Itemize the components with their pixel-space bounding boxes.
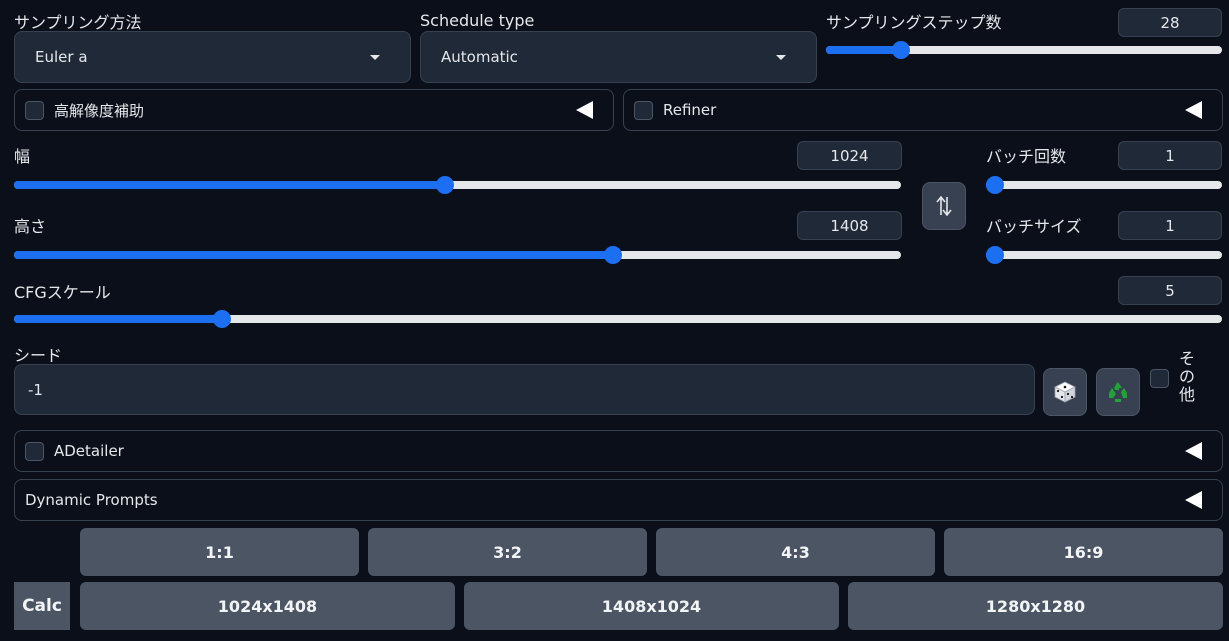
- random-seed-button[interactable]: [1043, 368, 1087, 416]
- batch-size-label: バッチサイズ: [986, 217, 1082, 236]
- slider-thumb[interactable]: [436, 176, 455, 194]
- sampling-steps-label: サンプリングステップ数: [826, 13, 1002, 32]
- width-label: 幅: [14, 147, 31, 166]
- hires-fix-label: 高解像度補助: [54, 101, 145, 120]
- slider-thumb[interactable]: [603, 246, 622, 264]
- adetailer-panel[interactable]: ADetailer: [14, 430, 1223, 472]
- width-slider[interactable]: [14, 176, 901, 194]
- cfg-scale-input[interactable]: 5: [1118, 276, 1222, 305]
- batch-count-input[interactable]: 1: [1118, 141, 1222, 170]
- ratio-button-4-3[interactable]: 4:3: [656, 528, 935, 576]
- cfg-scale-label: CFGスケール: [14, 283, 111, 302]
- slider-thumb[interactable]: [986, 246, 1004, 264]
- size-button-1408x1024[interactable]: 1408x1024: [464, 582, 839, 630]
- seed-value: -1: [28, 380, 43, 399]
- collapse-triangle-icon[interactable]: [1185, 101, 1202, 119]
- refiner-label: Refiner: [663, 101, 717, 119]
- slider-fill: [14, 315, 222, 323]
- adetailer-checkbox[interactable]: [25, 441, 44, 461]
- width-input[interactable]: 1024: [797, 141, 902, 170]
- swap-dimensions-button[interactable]: [922, 182, 966, 230]
- cfg-scale-slider[interactable]: [14, 310, 1222, 328]
- dynamic-prompts-panel[interactable]: Dynamic Prompts: [14, 479, 1223, 521]
- seed-label: シード: [14, 346, 63, 365]
- collapse-triangle-icon[interactable]: [1185, 442, 1202, 460]
- slider-thumb[interactable]: [892, 41, 911, 59]
- collapse-triangle-icon[interactable]: [1185, 491, 1202, 509]
- sampling-steps-slider[interactable]: [826, 41, 1222, 59]
- height-input[interactable]: 1408: [797, 211, 902, 240]
- swap-arrows-icon: [936, 195, 952, 217]
- batch-count-slider[interactable]: [986, 176, 1222, 194]
- seed-extra-checkbox[interactable]: [1150, 369, 1169, 388]
- dynamic-prompts-label: Dynamic Prompts: [25, 491, 158, 509]
- slider-fill: [826, 46, 902, 54]
- ratio-button-3-2[interactable]: 3:2: [368, 528, 647, 576]
- size-button-1024x1408[interactable]: 1024x1408: [80, 582, 455, 630]
- dice-icon: [1054, 381, 1076, 403]
- batch-count-label: バッチ回数: [986, 147, 1067, 166]
- reuse-seed-button[interactable]: [1096, 368, 1140, 416]
- refiner-checkbox[interactable]: [634, 100, 653, 120]
- height-label: 高さ: [14, 217, 47, 236]
- schedule-type-value: Automatic: [441, 48, 518, 66]
- collapse-triangle-icon[interactable]: [576, 101, 593, 119]
- chevron-down-icon: [776, 55, 786, 60]
- batch-size-input[interactable]: 1: [1118, 211, 1222, 240]
- slider-fill: [14, 251, 613, 259]
- ratio-button-16-9[interactable]: 16:9: [944, 528, 1223, 576]
- batch-size-slider[interactable]: [986, 246, 1222, 264]
- ratio-button-1-1[interactable]: 1:1: [80, 528, 359, 576]
- recycle-icon: [1109, 382, 1127, 402]
- slider-thumb[interactable]: [986, 176, 1004, 194]
- sampling-method-value: Euler a: [35, 48, 88, 66]
- seed-extra-label: その他: [1179, 349, 1196, 404]
- seed-input[interactable]: -1: [14, 364, 1035, 415]
- refiner-panel[interactable]: Refiner: [623, 89, 1223, 131]
- schedule-type-label: Schedule type: [420, 11, 535, 30]
- hires-fix-panel[interactable]: 高解像度補助: [14, 89, 614, 131]
- sampling-method-dropdown[interactable]: Euler a: [14, 31, 411, 83]
- hires-fix-checkbox[interactable]: [25, 100, 44, 120]
- size-button-1280x1280[interactable]: 1280x1280: [848, 582, 1223, 630]
- sampling-steps-input[interactable]: 28: [1118, 8, 1222, 37]
- chevron-down-icon: [370, 55, 380, 60]
- sampling-method-label: サンプリング方法: [14, 13, 142, 32]
- height-slider[interactable]: [14, 246, 901, 264]
- schedule-type-dropdown[interactable]: Automatic: [420, 31, 817, 83]
- calc-button[interactable]: Calc: [14, 582, 70, 630]
- slider-fill: [14, 181, 446, 189]
- slider-thumb[interactable]: [212, 310, 231, 328]
- adetailer-label: ADetailer: [54, 442, 124, 460]
